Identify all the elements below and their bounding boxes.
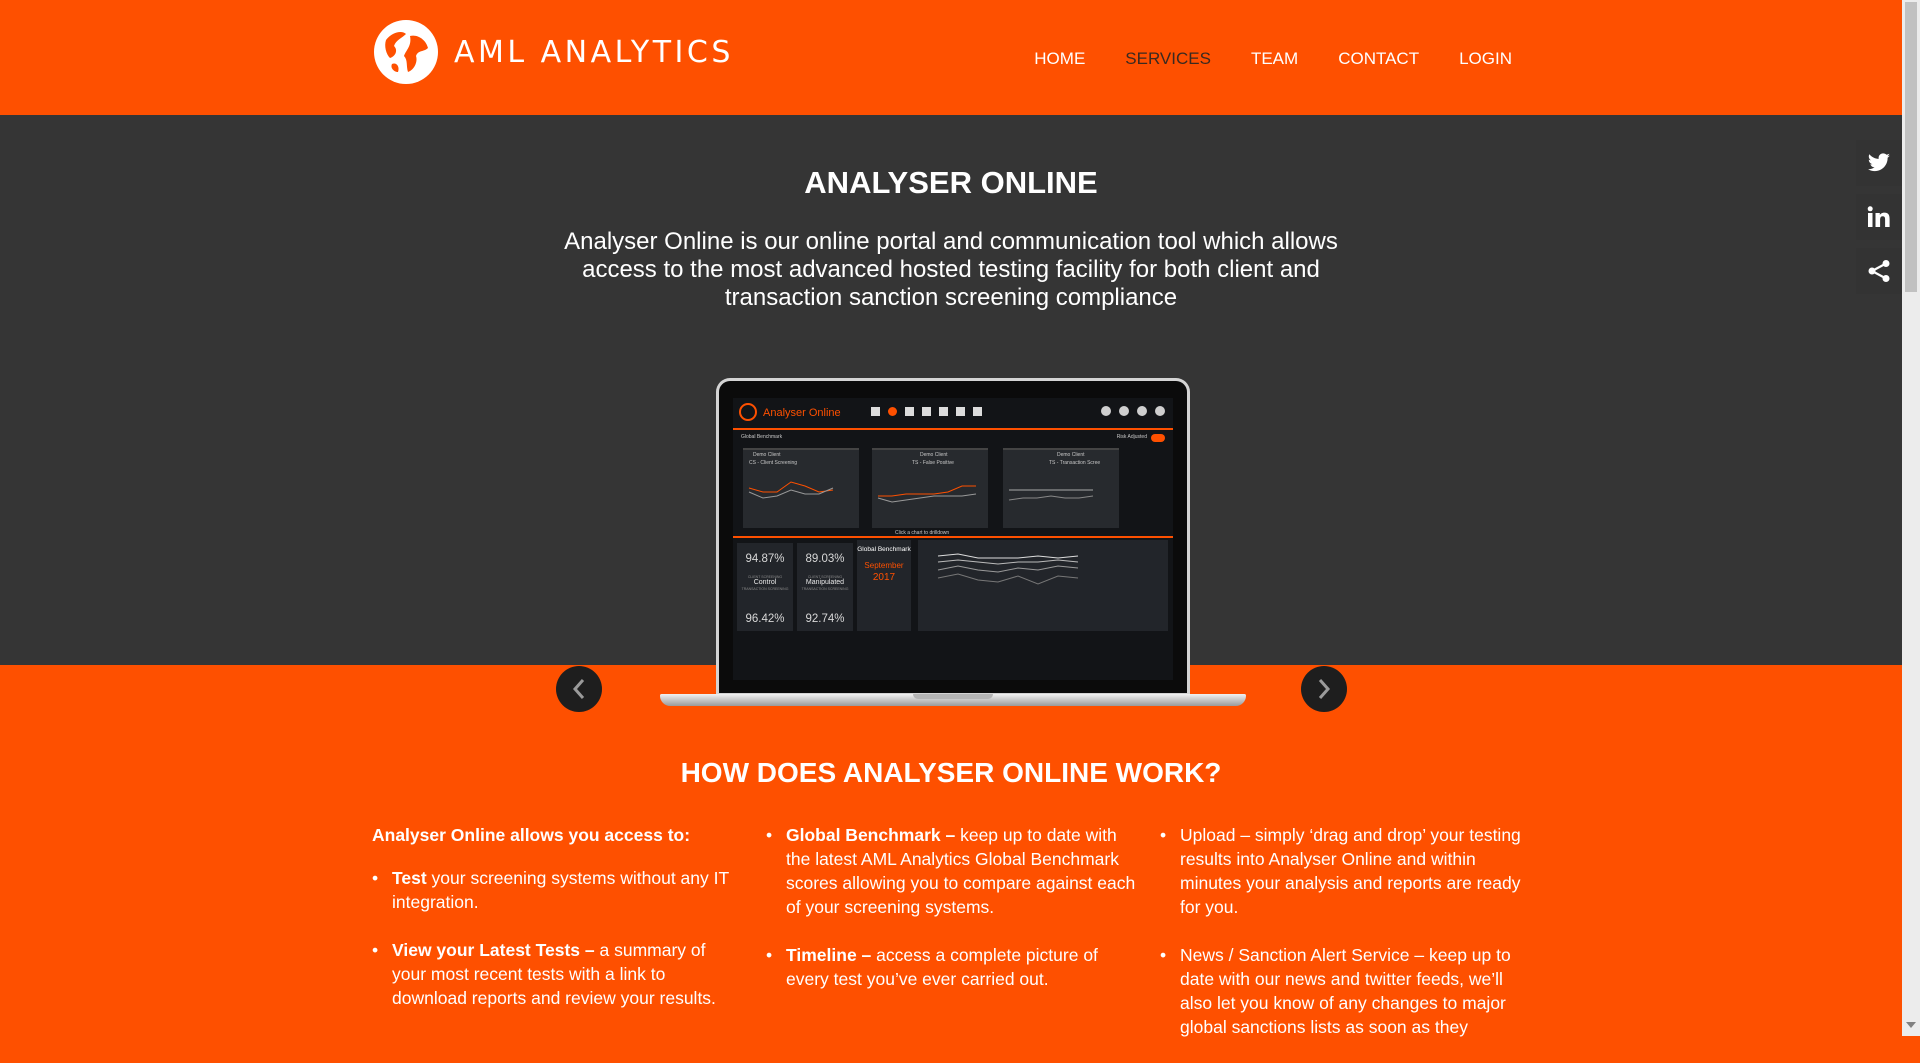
stat-divider <box>733 536 1173 538</box>
chart-2-lines <box>877 485 977 503</box>
dashboard-trend-chart <box>918 540 1168 631</box>
dashboard-chart-3: Demo Client TS - Transaction Scree <box>1003 448 1119 528</box>
upload-icon <box>1119 406 1129 416</box>
laptop-notch <box>913 694 993 699</box>
logo[interactable]: AML ANALYTICS <box>372 18 734 86</box>
list-item-text: News / Sanction Alert Service – keep up … <box>1180 945 1511 1037</box>
twitter-icon <box>1867 153 1890 172</box>
dashboard-app-title: Analyser Online <box>763 407 841 419</box>
nav-contact[interactable]: CONTACT <box>1338 49 1419 69</box>
list-item: Upload – simply ‘drag and drop’ your tes… <box>1160 823 1530 919</box>
app-logo-icon <box>739 403 757 421</box>
list-item: Global Benchmark – keep up to date with … <box>766 823 1136 919</box>
trend-chart-lines <box>937 553 1079 585</box>
mail-icon <box>1137 406 1147 416</box>
list-item: Test your screening systems without any … <box>372 866 742 914</box>
hero-title: ANALYSER ONLINE <box>804 165 1098 200</box>
site-header: AML ANALYTICS HOME SERVICES TEAM CONTACT… <box>0 0 1902 115</box>
list-item: View your Latest Tests – a summary of yo… <box>372 938 742 1010</box>
nav-team[interactable]: TEAM <box>1251 49 1298 69</box>
how-column-1: Analyser Online allows you access to: Te… <box>372 823 742 1034</box>
linkedin-share-button[interactable] <box>1856 194 1902 240</box>
how-it-works-title: HOW DOES ANALYSER ONLINE WORK? <box>680 757 1222 788</box>
list-item-bold: Global Benchmark – <box>786 825 956 845</box>
scrollbar-thumb[interactable] <box>1905 2 1917 292</box>
share-button[interactable] <box>1856 248 1902 294</box>
stat-control-pct2: 96.42% <box>745 613 785 625</box>
globe-logo-icon <box>374 20 438 84</box>
stat-manipulated-label: Manipulated <box>805 579 845 586</box>
benchmark-title: Global Benchmark <box>857 546 911 553</box>
linkedin-icon <box>1867 206 1890 227</box>
main-nav: HOME SERVICES TEAM CONTACT LOGIN <box>1034 49 1512 69</box>
dashboard-screenshot: Analyser Online Global Benchmark Risk Ad… <box>733 398 1173 680</box>
dashboard-app-bar: Analyser Online <box>733 398 1173 430</box>
chevron-left-icon <box>572 679 585 699</box>
stat-control-pct: 94.87% <box>745 553 785 565</box>
list-icon <box>956 407 965 416</box>
document-icon <box>905 407 914 416</box>
laptop-mockup: Analyser Online Global Benchmark Risk Ad… <box>660 378 1246 718</box>
home-icon <box>871 407 880 416</box>
scrollbar-down-arrow-icon[interactable] <box>1906 1022 1916 1028</box>
briefcase-icon <box>973 407 982 416</box>
nav-services[interactable]: SERVICES <box>1125 49 1211 69</box>
stat-manipulated-pct: 89.03% <box>805 553 845 565</box>
dashboard-chart-1: Demo Client CS - Client Screening <box>743 448 859 528</box>
carousel-next-button[interactable] <box>1301 666 1347 712</box>
laptop-base <box>660 694 1246 706</box>
how-column-2: Global Benchmark – keep up to date with … <box>766 823 1136 1015</box>
stat-control-label: Control <box>753 579 777 586</box>
stat-card-manipulated: 89.03% CLIENT SCREENING Manipulated TRAN… <box>797 543 853 631</box>
stat-card-control: 94.87% CLIENT SCREENING Control TRANSACT… <box>737 543 793 631</box>
list-item-bold: View your Latest Tests – <box>392 940 595 960</box>
chart-3-lines <box>1008 489 1094 501</box>
how-column-3: Upload – simply ‘drag and drop’ your tes… <box>1160 823 1530 1063</box>
settings-icon <box>1155 406 1165 416</box>
list-item: News / Sanction Alert Service – keep up … <box>1160 943 1530 1039</box>
list-item-text: Upload – simply ‘drag and drop’ your tes… <box>1180 825 1521 917</box>
list-item: Timeline – access a complete picture of … <box>766 943 1136 991</box>
chart-1-lines <box>748 481 834 499</box>
benchmark-month: September <box>864 561 904 570</box>
stat-manipulated-pct2: 92.74% <box>805 613 845 625</box>
list-item-bold: Timeline – <box>786 945 872 965</box>
benchmark-card: Global Benchmark September 2017 <box>857 540 911 631</box>
chevron-right-icon <box>1318 679 1331 699</box>
laptop-screen-frame: Analyser Online Global Benchmark Risk Ad… <box>716 378 1190 696</box>
carousel-prev-button[interactable] <box>556 666 602 712</box>
how-list-3: Upload – simply ‘drag and drop’ your tes… <box>1160 823 1530 1039</box>
risk-adjusted-toggle <box>1151 434 1165 442</box>
benchmark-year: 2017 <box>872 572 896 583</box>
alert-icon <box>922 407 931 416</box>
nav-home[interactable]: HOME <box>1034 49 1085 69</box>
share-icon <box>1868 260 1890 282</box>
dashboard-right-icons <box>1101 406 1165 416</box>
stat-control-sub: TRANSACTION SCREENING <box>741 587 789 591</box>
globe-icon <box>888 407 897 416</box>
brand-name: AML ANALYTICS <box>454 34 734 70</box>
hero-description: Analyser Online is our online portal and… <box>564 228 1338 311</box>
nav-login[interactable]: LOGIN <box>1459 49 1512 69</box>
twitter-share-button[interactable] <box>1856 140 1902 186</box>
how-list-2: Global Benchmark – keep up to date with … <box>766 823 1136 991</box>
how-intro: Analyser Online allows you access to: <box>372 825 691 845</box>
user-icon <box>939 407 948 416</box>
list-item-text: your screening systems without any IT in… <box>392 868 729 912</box>
global-benchmark-label: Global Benchmark <box>741 434 783 440</box>
stat-manipulated-sub: TRANSACTION SCREENING <box>801 587 849 591</box>
dashboard-chart-2: Demo Client TS - False Positive <box>872 448 988 528</box>
world-icon <box>1101 406 1111 416</box>
list-item-bold: Test <box>392 868 427 888</box>
risk-adjusted-label: Risk Adjusted <box>1116 434 1147 440</box>
dashboard-toolbar <box>871 407 982 416</box>
how-list-1: Test your screening systems without any … <box>372 866 742 1010</box>
